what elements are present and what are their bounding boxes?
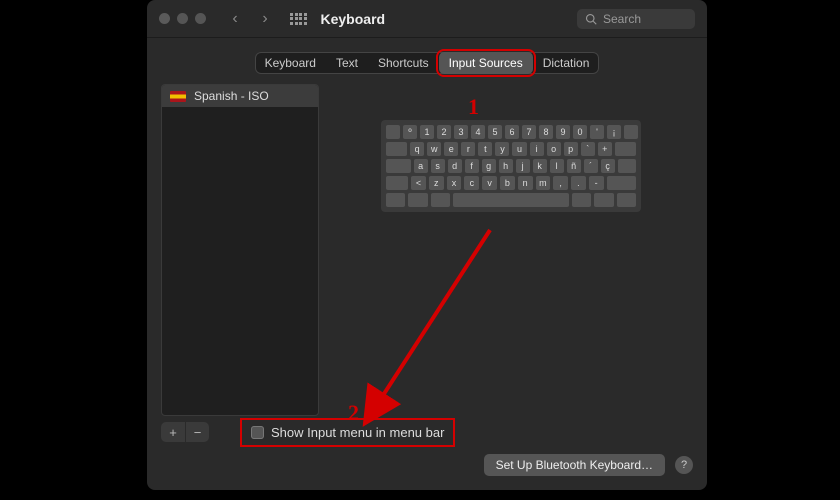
key: p (564, 142, 578, 156)
key: y (495, 142, 509, 156)
zoom-icon[interactable] (195, 13, 206, 24)
key: k (533, 159, 547, 173)
key: 7 (522, 125, 536, 139)
key: u (512, 142, 526, 156)
key: i (530, 142, 544, 156)
tab-dictation[interactable]: Dictation (533, 52, 600, 74)
key: 1 (420, 125, 434, 139)
keyboard-preview: º1234567890'¡qwertyuiop`+asdfghjklñ´ç<zx… (329, 84, 693, 416)
tab-text[interactable]: Text (326, 52, 368, 74)
help-button[interactable]: ? (675, 456, 693, 474)
key: 3 (454, 125, 468, 139)
key: r (461, 142, 475, 156)
key: t (478, 142, 492, 156)
key: ç (601, 159, 615, 173)
tab-input-sources[interactable]: Input Sources (439, 52, 533, 74)
key: ñ (567, 159, 581, 173)
key: c (464, 176, 479, 190)
input-sources-list[interactable]: Spanish - ISO (161, 84, 319, 416)
key: 4 (471, 125, 485, 139)
key: 6 (505, 125, 519, 139)
key: f (465, 159, 479, 173)
key: , (553, 176, 568, 190)
add-remove-controls: + − (161, 422, 209, 442)
tab-shortcuts[interactable]: Shortcuts (368, 52, 439, 74)
titlebar: ‹ › Keyboard Search (147, 0, 707, 38)
flag-icon (170, 91, 186, 102)
checkbox-icon (251, 426, 264, 439)
key: x (447, 176, 462, 190)
key: l (550, 159, 564, 173)
input-source-label: Spanish - ISO (194, 89, 269, 103)
forward-button[interactable]: › (254, 8, 276, 30)
tabs: KeyboardTextShortcutsInput SourcesDictat… (147, 52, 707, 74)
key: < (411, 176, 426, 190)
key: b (500, 176, 515, 190)
window-controls[interactable] (159, 13, 206, 24)
key: 2 (437, 125, 451, 139)
key: ` (581, 142, 595, 156)
key: a (414, 159, 428, 173)
preferences-window: ‹ › Keyboard Search KeyboardTextShortcut… (147, 0, 707, 490)
key: z (429, 176, 444, 190)
search-input[interactable]: Search (577, 9, 695, 29)
remove-source-button[interactable]: − (185, 422, 209, 442)
key: e (444, 142, 458, 156)
key: v (482, 176, 497, 190)
setup-bluetooth-button[interactable]: Set Up Bluetooth Keyboard… (484, 454, 665, 476)
key: j (516, 159, 530, 173)
annotation-1: 1 (468, 94, 479, 120)
key: s (431, 159, 445, 173)
key: 9 (556, 125, 570, 139)
back-button[interactable]: ‹ (224, 8, 246, 30)
tab-keyboard[interactable]: Keyboard (255, 52, 326, 74)
checkbox-label: Show Input menu in menu bar (271, 425, 444, 440)
key: . (571, 176, 586, 190)
key: n (518, 176, 533, 190)
close-icon[interactable] (159, 13, 170, 24)
key: 8 (539, 125, 553, 139)
key: ¡ (607, 125, 621, 139)
key: ' (590, 125, 604, 139)
key: 0 (573, 125, 587, 139)
key: h (499, 159, 513, 173)
show-all-icon[interactable] (290, 13, 307, 25)
key: ´ (584, 159, 598, 173)
key: + (598, 142, 612, 156)
search-icon (585, 13, 597, 25)
input-source-item[interactable]: Spanish - ISO (162, 85, 318, 107)
key: o (547, 142, 561, 156)
key: - (589, 176, 604, 190)
minimize-icon[interactable] (177, 13, 188, 24)
key: d (448, 159, 462, 173)
add-source-button[interactable]: + (161, 422, 185, 442)
key: º (403, 125, 417, 139)
key: g (482, 159, 496, 173)
key: 5 (488, 125, 502, 139)
annotation-2: 2 (348, 400, 359, 426)
search-placeholder: Search (603, 12, 641, 26)
key: w (427, 142, 441, 156)
key: m (536, 176, 551, 190)
window-title: Keyboard (321, 11, 386, 27)
key: q (410, 142, 424, 156)
keyboard-layout: º1234567890'¡ qwertyuiop`+ asdfghjklñ´ç <zx… (381, 120, 641, 212)
